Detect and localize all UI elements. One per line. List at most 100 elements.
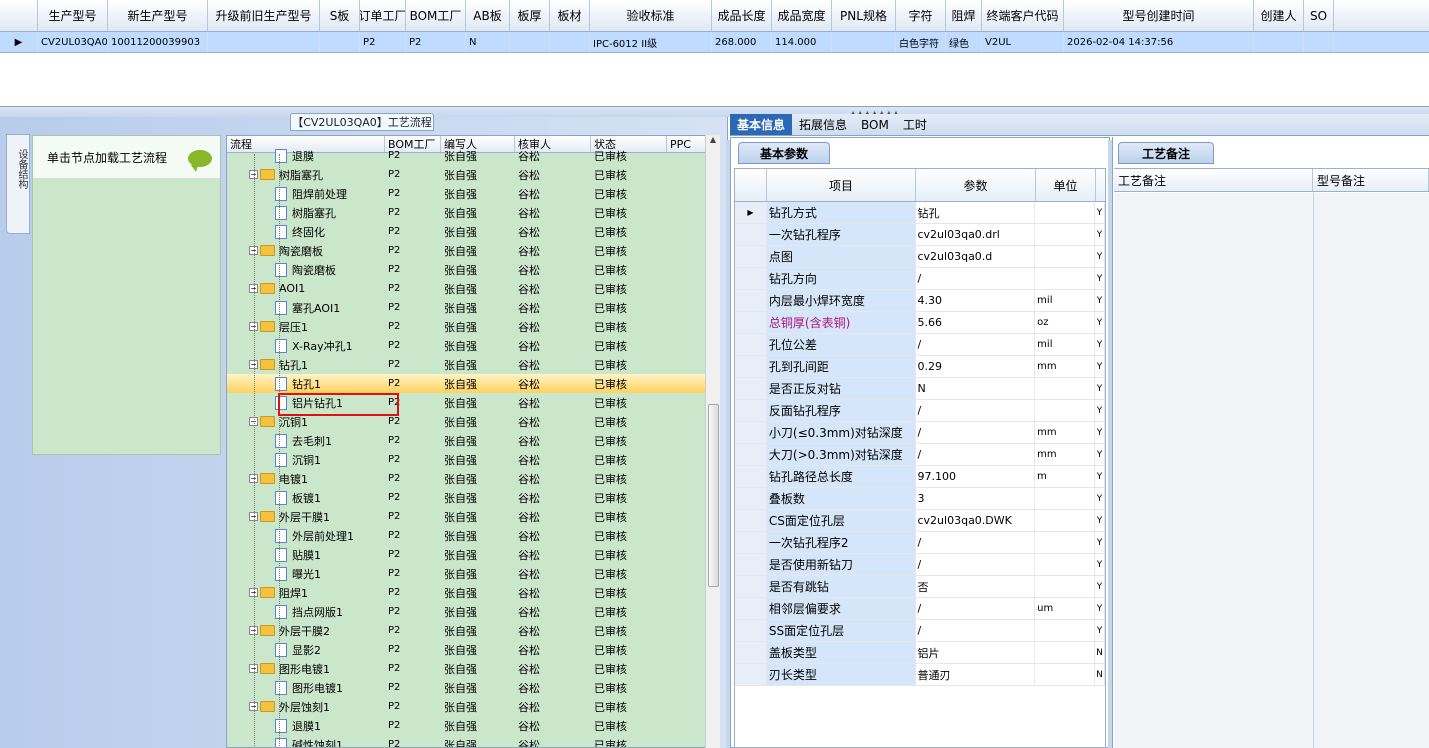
tree-row[interactable]: 钻孔1 P2 张自强 谷松 已审核 [227,374,719,393]
param-value[interactable]: cv2ul03qa0.d [916,246,1036,267]
param-row[interactable]: 是否有跳钻否 Y [735,576,1105,598]
param-row[interactable]: 总铜厚(含表铜) 5.66 oz Y [735,312,1105,334]
row-cell[interactable] [1254,32,1304,52]
col-header[interactable]: 字符 [896,0,946,31]
col-header[interactable]: 创建人 [1254,0,1304,31]
col-header[interactable]: 终端客户代码 [982,0,1064,31]
col-header[interactable]: 板材 [550,0,590,31]
tree-row[interactable]: − 阻焊1 P2 张自强 谷松 已审核 [227,583,719,602]
param-row[interactable]: 盖板类型 铝片 N [735,642,1105,664]
param-row[interactable]: 反面钻孔程序 / Y [735,400,1105,422]
param-value[interactable]: / [916,422,1036,443]
scroll-up-icon[interactable]: ▲ [706,135,720,144]
tree-row[interactable]: − AOI1 P2 张自强 谷松 已审核 [227,279,719,298]
param-value[interactable]: / [916,620,1036,641]
param-row[interactable]: 刃长类型 普通刃 N [735,664,1105,686]
tree-row[interactable]: 沉铜1 P2 张自强 谷松 已审核 [227,450,719,469]
param-row[interactable]: 是否正反对钻 N Y [735,378,1105,400]
param-value[interactable]: 普通刃 [916,664,1036,685]
tree-row[interactable]: − 电镀1 P2 张自强 谷松 已审核 [227,469,719,488]
row-cell[interactable]: CV2UL03QA0 [38,32,108,52]
tab-basic-params[interactable]: 基本参数 [738,142,830,164]
tree-row[interactable]: 塞孔AOI1 P2 张自强 谷松 已审核 [227,298,719,317]
tree-row[interactable]: − 外层干膜1 P2 张自强 谷松 已审核 [227,507,719,526]
col-header[interactable]: 生产型号 [38,0,108,31]
param-row[interactable]: 钻孔方向 / Y [735,268,1105,290]
col-header[interactable]: 升级前旧生产型号 [208,0,320,31]
param-value[interactable]: 0.29 [916,356,1036,377]
tree-row[interactable]: 图形电镀1 P2 张自强 谷松 已审核 [227,678,719,697]
load-hint[interactable]: 单击节点加载工艺流程 [33,136,220,179]
row-cell[interactable] [832,32,896,52]
tree-row[interactable]: 去毛刺1 P2 张自强 谷松 已审核 [227,431,719,450]
tree-row[interactable]: 退膜1 P2 张自强 谷松 已审核 [227,716,719,735]
param-row[interactable]: 小刀(≤0.3mm)对钻深度 / mm Y [735,422,1105,444]
tree-row[interactable]: 阻焊前处理 P2 张自强 谷松 已审核 [227,184,719,203]
col-header[interactable]: AB板 [466,0,510,31]
tree-row[interactable]: 树脂塞孔 P2 张自强 谷松 已审核 [227,203,719,222]
tree-row[interactable]: 板镀1 P2 张自强 谷松 已审核 [227,488,719,507]
param-value[interactable]: / [916,598,1036,619]
row-cell[interactable]: IPC-6012 II级 [590,32,712,52]
param-value[interactable]: N [916,378,1036,399]
row-cell[interactable]: P2 [406,32,466,52]
tree-row[interactable]: − 钻孔1 P2 张自强 谷松 已审核 [227,355,719,374]
tree-row[interactable]: 曝光1 P2 张自强 谷松 已审核 [227,564,719,583]
row-cell[interactable] [550,32,590,52]
row-cell[interactable] [208,32,320,52]
param-value[interactable]: 5.66 [916,312,1036,333]
tree-row[interactable]: 陶瓷磨板 P2 张自强 谷松 已审核 [227,260,719,279]
param-row[interactable]: 一次钻孔程序2/ Y [735,532,1105,554]
param-value[interactable]: / [916,554,1036,575]
col-header[interactable]: 阻焊 [946,0,982,31]
row-cell[interactable] [510,32,550,52]
row-cell[interactable]: 绿色 [946,32,982,52]
param-value[interactable]: 4.30 [916,290,1036,311]
tree-row[interactable]: − 树脂塞孔 P2 张自强 谷松 已审核 [227,165,719,184]
param-row[interactable]: 内层最小焊环宽度 4.30 mil Y [735,290,1105,312]
tab-labor-hours[interactable]: 工时 [896,114,934,135]
param-col-header[interactable]: 参数 [916,169,1036,201]
param-value[interactable]: 3 [916,488,1036,509]
param-row[interactable]: 叠板数 3 Y [735,488,1105,510]
tree-row[interactable]: 外层前处理1 P2 张自强 谷松 已审核 [227,526,719,545]
param-row[interactable]: SS面定位孔层 / Y [735,620,1105,642]
param-row[interactable]: 大刀(>0.3mm)对钻深度 / mm Y [735,444,1105,466]
row-cell[interactable]: V2UL [982,32,1064,52]
param-row[interactable]: 点图 cv2ul03qa0.d Y [735,246,1105,268]
tree-row[interactable]: 终固化 P2 张自强 谷松 已审核 [227,222,719,241]
row-cell[interactable] [1304,32,1334,52]
param-value[interactable]: / [916,400,1036,421]
col-header[interactable]: 新生产型号 [108,0,208,31]
param-row[interactable]: 一次钻孔程序 cv2ul03qa0.drl Y [735,224,1105,246]
param-row[interactable]: CS面定位孔层 cv2ul03qa0.DWK Y [735,510,1105,532]
param-row[interactable]: ▶ 钻孔方式 钻孔 Y [735,202,1105,224]
param-row[interactable]: 孔位公差 / mil Y [735,334,1105,356]
param-row[interactable]: 是否使用新钻刀 / Y [735,554,1105,576]
param-value[interactable]: / [916,532,1036,553]
param-value[interactable]: 钻孔 [916,202,1036,223]
vertical-splitter-left[interactable] [726,140,730,748]
tree-row[interactable]: − 陶瓷磨板 P2 张自强 谷松 已审核 [227,241,719,260]
param-value[interactable]: / [916,268,1036,289]
param-col-header[interactable]: 单位 [1036,169,1096,201]
scrollbar-thumb[interactable] [708,404,719,587]
param-value[interactable]: / [916,334,1036,355]
model-grid-row[interactable]: ▶ CV2UL03QA0 10011200039903 P2 P2 N IPC-6012 I… [0,32,1429,53]
notes-body[interactable] [1114,193,1429,748]
tree-row[interactable]: − 外层干膜2 P2 张自强 谷松 已审核 [227,621,719,640]
tree-scrollbar[interactable]: ▲ [705,135,720,748]
col-header[interactable]: 验收标准 [590,0,712,31]
tree-row[interactable]: X-Ray冲孔1 P2 张自强 谷松 已审核 [227,336,719,355]
col-header[interactable]: 订单工厂 [360,0,406,31]
tree-row[interactable]: 退膜 P2 张自强 谷松 已审核 [227,146,719,165]
tree-row[interactable]: 显影2 P2 张自强 谷松 已审核 [227,640,719,659]
col-header[interactable]: 板厚 [510,0,550,31]
row-cell[interactable]: 2026-02-04 14:37:56 [1064,32,1254,52]
row-cell[interactable]: 114.000 [772,32,832,52]
param-row[interactable]: 钻孔路径总长度 97.100 m Y [735,466,1105,488]
row-cell[interactable]: 白色字符 [896,32,946,52]
param-col-header[interactable]: 项目 [767,169,916,201]
row-cell[interactable]: N [466,32,510,52]
row-cell[interactable]: P2 [360,32,406,52]
